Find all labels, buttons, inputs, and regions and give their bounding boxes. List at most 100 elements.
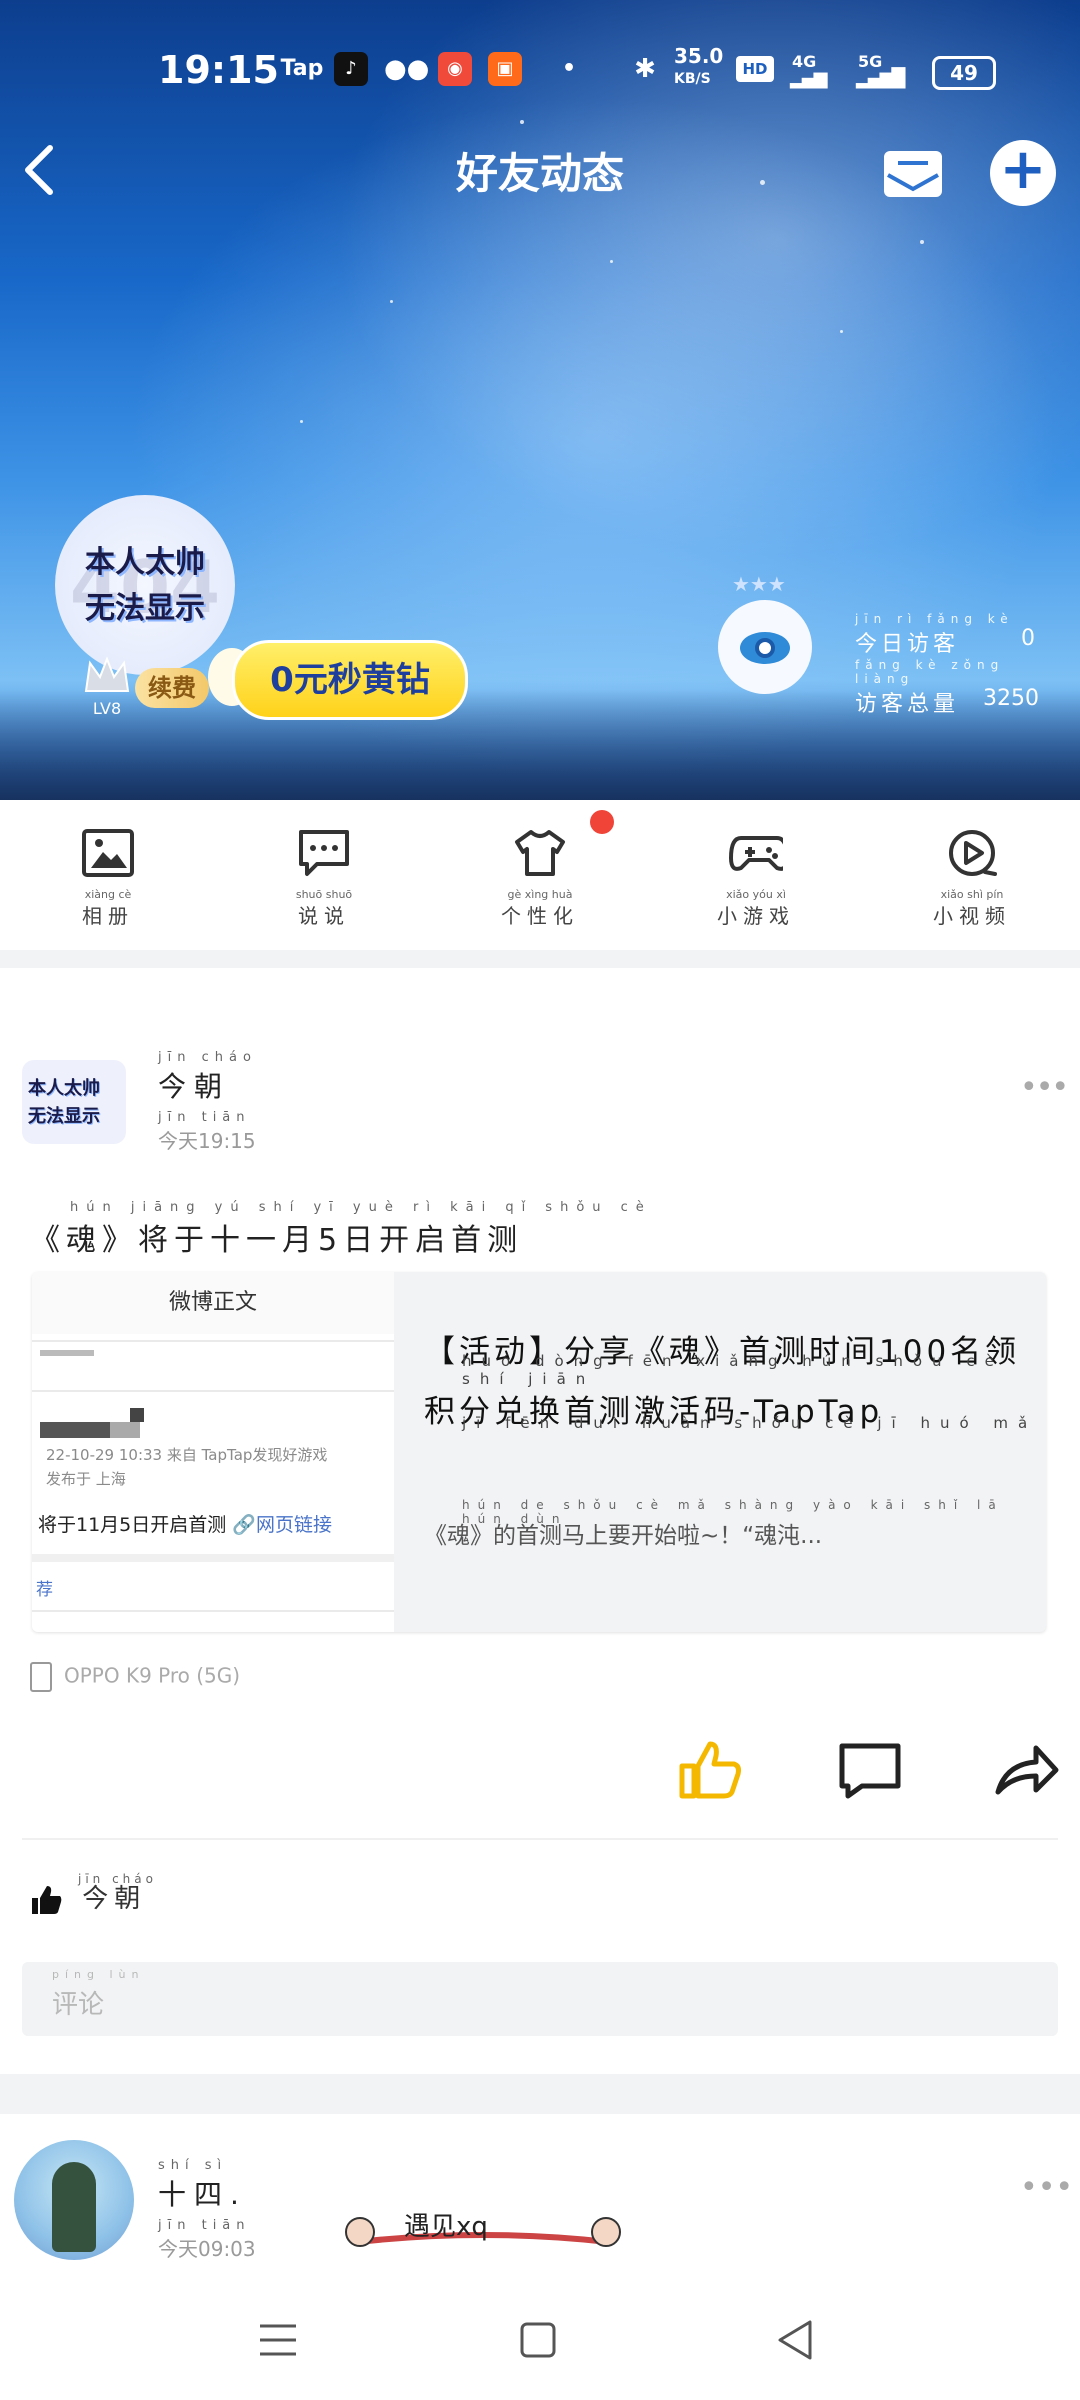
- weibo-app-icon: ◉: [438, 52, 472, 86]
- avatar-text-line1: 本人太帅: [85, 545, 205, 580]
- recent-apps-button[interactable]: [248, 2310, 308, 2370]
- visitors-today-row: 今日访客 0: [855, 626, 1055, 658]
- comment-placeholder: 评论: [52, 1990, 105, 2020]
- comment-input[interactable]: píng lùn 评论: [22, 1962, 1058, 2036]
- bluetooth-icon: ✱: [634, 54, 656, 84]
- likes-pinyin: jīn cháo: [78, 1872, 157, 1886]
- more-options-icon[interactable]: •••: [1020, 2170, 1073, 2205]
- post2-time: jīn tiān 今天09:03: [158, 2218, 256, 2262]
- divider: [22, 1838, 1058, 1840]
- post-time-text: 今天19:15: [158, 1129, 256, 1153]
- level-text: LV8: [92, 699, 122, 718]
- system-nav-bar: [0, 2280, 1080, 2400]
- tiktok-icon: ♪: [334, 52, 368, 86]
- visitors-today-value: 0: [1021, 626, 1035, 651]
- visitor-stats[interactable]: jīn rì fǎng kè 今日访客 0 fǎng kè zǒng liàng…: [855, 612, 1055, 718]
- star: [390, 300, 393, 303]
- like-button[interactable]: [676, 1738, 746, 1802]
- home-button[interactable]: [508, 2310, 568, 2370]
- author-pinyin: jīn cháo: [158, 1050, 257, 1065]
- signal1-icon: ▂▄▆: [790, 68, 828, 89]
- plus-circle-icon: +: [999, 137, 1047, 202]
- blurred-content: [130, 1408, 144, 1422]
- visitors-total-value: 3250: [983, 686, 1039, 711]
- visitors-today-label: 今日访客: [855, 632, 960, 657]
- device-info: OPPO K9 Pro (5G): [30, 1662, 240, 1692]
- avatar-text-line2: 无法显示: [28, 1106, 100, 1127]
- link-title-pinyin-1: huó dòng fēn xiǎng hún shǒu cè shí jiān: [462, 1352, 1004, 1388]
- star: [610, 260, 613, 263]
- author-pinyin: shí sì: [158, 2158, 228, 2173]
- divider: [32, 1554, 394, 1562]
- time-pinyin: jīn tiān: [158, 2218, 251, 2233]
- shared-link-card[interactable]: 微博正文 22-10-29 10:33 来自 TapTap发现好游戏 发布于 上…: [32, 1272, 1046, 1632]
- star: [300, 420, 303, 423]
- thumb-header: 微博正文: [32, 1272, 394, 1334]
- menu-item-videos[interactable]: xiǎo shì pín 小视频: [912, 828, 1032, 938]
- level-badge: LV8: [82, 655, 132, 718]
- divider: [32, 1340, 394, 1342]
- menu-item-moments[interactable]: shuō shuō 说说: [264, 828, 384, 938]
- menu-item-minigames[interactable]: xiǎo yóu xì 小游戏: [696, 828, 816, 938]
- thumb-rec: 荐: [36, 1580, 53, 1600]
- net-speed-value: 35.0: [674, 44, 724, 68]
- post-author-avatar[interactable]: 本人太帅 无法显示: [22, 1060, 126, 1144]
- visitors-total-label: 访客总量: [855, 692, 960, 717]
- decoration-text: 遇见xq: [404, 2212, 488, 2242]
- share-button[interactable]: [992, 1738, 1062, 1802]
- visitors-total-pinyin: fǎng kè zǒng liàng: [855, 658, 1005, 686]
- divider: [32, 1610, 394, 1612]
- menu-item-album[interactable]: xiàng cè 相册: [48, 828, 168, 938]
- comment-icon: [839, 1743, 901, 1799]
- thumb-main-text: 将于11月5日开启首测 🔗网页链接: [38, 1510, 332, 1537]
- thumb-meta-1: 22-10-29 10:33 来自 TapTap发现好游戏: [46, 1446, 328, 1464]
- vip-promo-button[interactable]: 0元秒黄钻: [232, 640, 468, 720]
- visitor-eye-button[interactable]: [718, 600, 812, 694]
- likes-row[interactable]: jīn cháo 今朝: [30, 1872, 153, 1916]
- comment-button[interactable]: [836, 1738, 906, 1802]
- crown-icon: [84, 656, 130, 692]
- star: [920, 240, 924, 244]
- more-options-icon[interactable]: •••: [1020, 1070, 1069, 1105]
- signal2-icon: ▂▄▆█: [856, 68, 905, 89]
- hd-badge: HD: [736, 56, 774, 82]
- blurred-content: [40, 1350, 94, 1356]
- thumb-main: 将于11月5日开启首测: [38, 1514, 227, 1536]
- post-text-body: 《魂》将于十一月5日开启首测: [30, 1223, 524, 1258]
- link-title-pinyin-2: jī fēn duì huàn shǒu cè jī huó mǎ: [462, 1414, 1038, 1432]
- kuaishou-icon: ▣: [488, 52, 522, 86]
- post2-author-avatar[interactable]: [14, 2140, 134, 2260]
- back-nav-button[interactable]: [766, 2310, 826, 2370]
- menu-label: 个性化: [501, 904, 579, 928]
- status-bar: 19:15 Tap ♪ ●● ◉ ▣ • ✱ 35.0 KB/S HD 4G ▂…: [0, 40, 1080, 100]
- divider: [32, 1390, 394, 1392]
- menu-item-personalize[interactable]: gè xìng huà 个性化: [480, 828, 600, 938]
- renew-button[interactable]: 续费: [135, 668, 209, 708]
- phone-icon: [30, 1662, 52, 1692]
- device-name: OPPO K9 Pro (5G): [64, 1663, 241, 1688]
- add-button[interactable]: +: [990, 140, 1056, 206]
- post2-author-name[interactable]: shí sì 十四.: [158, 2158, 247, 2213]
- dot-icon: •: [561, 56, 577, 81]
- taptap-icon: Tap: [280, 56, 324, 81]
- visitors-today-pinyin: jīn rì fǎng kè: [855, 612, 1014, 626]
- menu-pinyin: xiǎo shì pín: [940, 888, 1004, 901]
- chat-bubble-icon: [299, 830, 349, 876]
- thumb-link: 🔗网页链接: [232, 1514, 332, 1536]
- avatar-figure: [52, 2162, 96, 2252]
- battery-indicator: 49: [932, 56, 996, 90]
- menu-label: 小游戏: [717, 904, 795, 928]
- menu-label: 相册: [82, 904, 134, 928]
- author-name-text: 十四.: [158, 2178, 247, 2211]
- star: [520, 120, 524, 124]
- profile-avatar[interactable]: 404 本人太帅 无法显示: [55, 495, 235, 675]
- menu-lines-icon: [260, 2324, 296, 2356]
- link-description: 《魂》的首测马上要开始啦~！“魂沌...: [424, 1523, 823, 1549]
- author-name-text: 今朝: [158, 1070, 231, 1103]
- notification-dot: [590, 810, 614, 834]
- post-time: jīn tiān 今天19:15: [158, 1110, 256, 1154]
- mail-button[interactable]: [882, 145, 944, 199]
- post-author-name[interactable]: jīn cháo 今朝: [158, 1050, 257, 1105]
- menu-label: 小视频: [933, 904, 1011, 928]
- video-play-icon: [949, 830, 997, 876]
